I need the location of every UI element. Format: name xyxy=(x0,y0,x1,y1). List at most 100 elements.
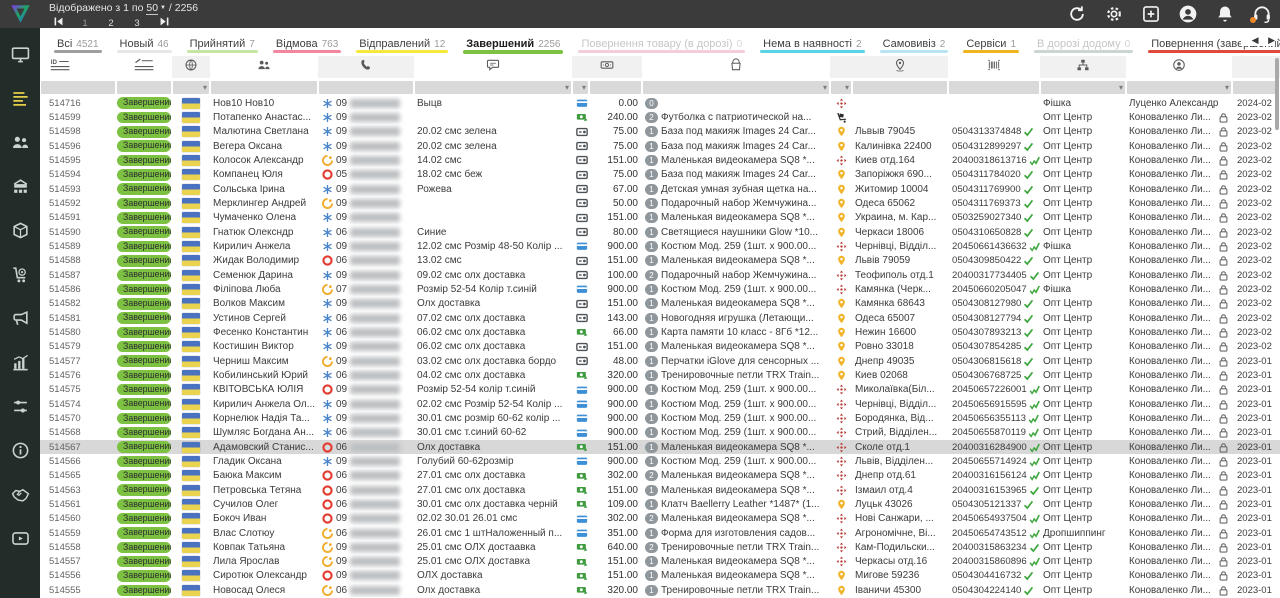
purchases-cart-icon[interactable] xyxy=(11,265,30,284)
status-tab[interactable]: Відмова763 xyxy=(276,28,338,56)
table-row[interactable]: 514582ЗавершенийВолков Максим09Олх доста… xyxy=(40,297,1280,311)
filter-dropdown-icon[interactable]: ▾ xyxy=(1119,81,1123,94)
support-headset-icon[interactable] xyxy=(1252,4,1272,24)
table-row[interactable]: 514561ЗавершенийСучилов Олег0630.01 смс … xyxy=(40,497,1280,511)
column-header-manager[interactable] xyxy=(1126,56,1232,78)
partners-handshake-icon[interactable] xyxy=(11,485,30,504)
table-row[interactable]: 514586ЗавершенийФіліпова Люба07Розмір 52… xyxy=(40,282,1280,296)
table-row[interactable]: 514589ЗавершенийКирилич Анжела0912.02 см… xyxy=(40,239,1280,253)
column-filter-flag[interactable]: ▾ xyxy=(173,81,209,94)
table-row[interactable]: 514558ЗавершенийКовпак Татьяна0925.01 см… xyxy=(40,540,1280,554)
table-row[interactable]: 514579ЗавершенийКостишин Виктор0906.02 с… xyxy=(40,340,1280,354)
table-row[interactable]: 514565ЗавершенийБаюка Максим0627.01 смс … xyxy=(40,469,1280,483)
clients-icon[interactable] xyxy=(11,133,30,152)
column-filter-phone[interactable] xyxy=(319,81,413,94)
table-row[interactable]: 514599ЗавершенийПотапенко Анастас...0924… xyxy=(40,110,1280,124)
column-header-locicon[interactable] xyxy=(830,56,852,78)
page-number[interactable]: 3 xyxy=(124,18,150,29)
table-row[interactable]: 514563ЗавершенийПетровська Тетяна0627.01… xyxy=(40,483,1280,497)
column-header-product[interactable] xyxy=(642,56,830,78)
dashboard-monitor-icon[interactable] xyxy=(11,45,30,64)
table-row[interactable]: 514595ЗавершенийКолосок Александр0914.02… xyxy=(40,153,1280,167)
status-tab[interactable]: Нема в наявності2 xyxy=(763,28,861,56)
page-number[interactable]: 1 xyxy=(72,18,98,29)
column-filter-product[interactable]: ▾ xyxy=(643,81,829,94)
refresh-icon[interactable] xyxy=(1067,4,1087,24)
products-box-icon[interactable] xyxy=(11,221,30,240)
column-filter-id[interactable] xyxy=(41,81,115,94)
notifications-bell-icon[interactable] xyxy=(1215,4,1235,24)
warehouse-branches-icon[interactable] xyxy=(11,177,30,196)
user-avatar-icon[interactable] xyxy=(1178,4,1198,24)
info-icon[interactable] xyxy=(11,441,30,460)
table-row[interactable]: 514568ЗавершенийШумляс Богдана Ан...0630… xyxy=(40,426,1280,440)
table-row[interactable]: 514591ЗавершенийЧумаченко Олена09151.001… xyxy=(40,211,1280,225)
filter-dropdown-icon[interactable]: ▾ xyxy=(823,81,827,94)
page-number[interactable]: 2 xyxy=(98,18,124,29)
filter-dropdown-icon[interactable]: ▾ xyxy=(203,81,207,94)
table-row[interactable]: 514587ЗавершенийСеменюк Дарина0909.02 см… xyxy=(40,268,1280,282)
column-header-date[interactable] xyxy=(1232,56,1280,78)
table-row[interactable]: 514596ЗавершенийВегера Оксана0920.02 смс… xyxy=(40,139,1280,153)
status-tab[interactable]: Всі4521 xyxy=(57,28,99,56)
column-header-flag[interactable] xyxy=(172,56,210,78)
column-filter-name[interactable] xyxy=(211,81,317,94)
table-row[interactable]: 514594ЗавершенийКомпанец Юля0518.02 смс … xyxy=(40,168,1280,182)
column-filter-source[interactable]: ▾ xyxy=(1041,81,1125,94)
column-filter-date[interactable] xyxy=(1233,81,1279,94)
column-filter-money[interactable] xyxy=(590,81,641,94)
vertical-scrollbar[interactable] xyxy=(1275,58,1279,130)
status-tab[interactable]: Прийнятий7 xyxy=(190,28,255,56)
status-tab[interactable]: Самовивіз2 xyxy=(883,28,946,56)
column-filter-comment[interactable]: ▾ xyxy=(415,81,571,94)
filter-dropdown-icon[interactable]: ▾ xyxy=(565,81,569,94)
table-row[interactable]: 514557ЗавершенийЛила Ярослав0925.01 смс … xyxy=(40,555,1280,569)
status-tab[interactable]: Повернення товару (в дорозі)0 xyxy=(581,28,742,56)
status-tab[interactable]: Сервіси1 xyxy=(966,28,1016,56)
tabs-scroll-left-icon[interactable]: ◀ xyxy=(1252,35,1259,45)
app-logo[interactable] xyxy=(0,0,40,28)
statistics-chart-icon[interactable] xyxy=(11,353,30,372)
marketing-megaphone-icon[interactable] xyxy=(11,309,30,328)
filter-dropdown-icon[interactable]: ▾ xyxy=(1225,81,1229,94)
column-header-name[interactable] xyxy=(210,56,318,78)
settings-gear-icon[interactable] xyxy=(1104,4,1124,24)
column-header-id[interactable]: ID xyxy=(40,56,116,78)
status-tab[interactable]: В дорозі додому0 xyxy=(1037,28,1130,56)
video-tutorials-icon[interactable] xyxy=(11,529,30,548)
table-row[interactable]: 514577ЗавершенийЧерниш Максим0903.02 смс… xyxy=(40,354,1280,368)
table-row[interactable]: 514559ЗавершенийВлас Слотюу0626.01 смс 1… xyxy=(40,526,1280,540)
status-tab[interactable]: Відправлений12 xyxy=(359,28,445,56)
table-row[interactable]: 514593ЗавершенийСольська Ірина09Рожева67… xyxy=(40,182,1280,196)
column-filter-city[interactable] xyxy=(853,81,947,94)
table-row[interactable]: 514556ЗавершенийСиротюк Олександр09ОЛХ д… xyxy=(40,569,1280,583)
table-row[interactable]: 514570ЗавершенийКорнелюк Надія Та...0930… xyxy=(40,411,1280,425)
table-row[interactable]: 514560ЗавершенийБокоч Иван0902.02 30.01 … xyxy=(40,512,1280,526)
table-row[interactable]: 514590ЗавершенийГнатюк Олексндр06Синие80… xyxy=(40,225,1280,239)
column-header-ttn[interactable] xyxy=(948,56,1040,78)
table-row[interactable]: 514574ЗавершенийКирилич Анжела Ол...0902… xyxy=(40,397,1280,411)
table-row[interactable]: 514567ЗавершенийАдамовский Станис...06Ол… xyxy=(40,440,1280,454)
table-row[interactable]: 514575ЗавершенийКВІТОВСЬКА ЮЛІЯ09Розмір … xyxy=(40,383,1280,397)
status-tab[interactable]: Завершений2256 xyxy=(466,28,560,56)
table-row[interactable]: 514598ЗавершенийМалютина Светлана0920.02… xyxy=(40,125,1280,139)
column-header-city[interactable] xyxy=(852,56,948,78)
column-header-money[interactable] xyxy=(572,56,642,78)
table-row[interactable]: 514716ЗавершенийНов10 Нов1009Выцв0.000Фі… xyxy=(40,96,1280,110)
table-row[interactable]: 514555ЗавершенийНовосад Олеся06Олх доста… xyxy=(40,583,1280,597)
orders-list-icon[interactable] xyxy=(11,89,30,108)
table-row[interactable]: 514588ЗавершенийЖидак Володимир0613.02 с… xyxy=(40,254,1280,268)
column-filter-ttn[interactable] xyxy=(949,81,1039,94)
table-row[interactable]: 514581ЗавершенийУстинов Сергей0607.02 см… xyxy=(40,311,1280,325)
column-filter-locicon[interactable]: ▾ xyxy=(831,81,851,94)
column-filter-status[interactable] xyxy=(117,81,171,94)
table-row[interactable]: 514566ЗавершенийГладик Оксана09Голубий 6… xyxy=(40,454,1280,468)
settings-sliders-icon[interactable] xyxy=(11,397,30,416)
filter-dropdown-icon[interactable]: ▾ xyxy=(845,81,849,94)
table-row[interactable]: 514576ЗавершенийКобилинський Юрий0604.02… xyxy=(40,368,1280,382)
column-header-phone[interactable] xyxy=(318,56,414,78)
column-header-source[interactable] xyxy=(1040,56,1126,78)
column-header-comment[interactable] xyxy=(414,56,572,78)
table-row[interactable]: 514580ЗавершенийФесенко Константин0606.0… xyxy=(40,325,1280,339)
column-header-status[interactable] xyxy=(116,56,172,78)
